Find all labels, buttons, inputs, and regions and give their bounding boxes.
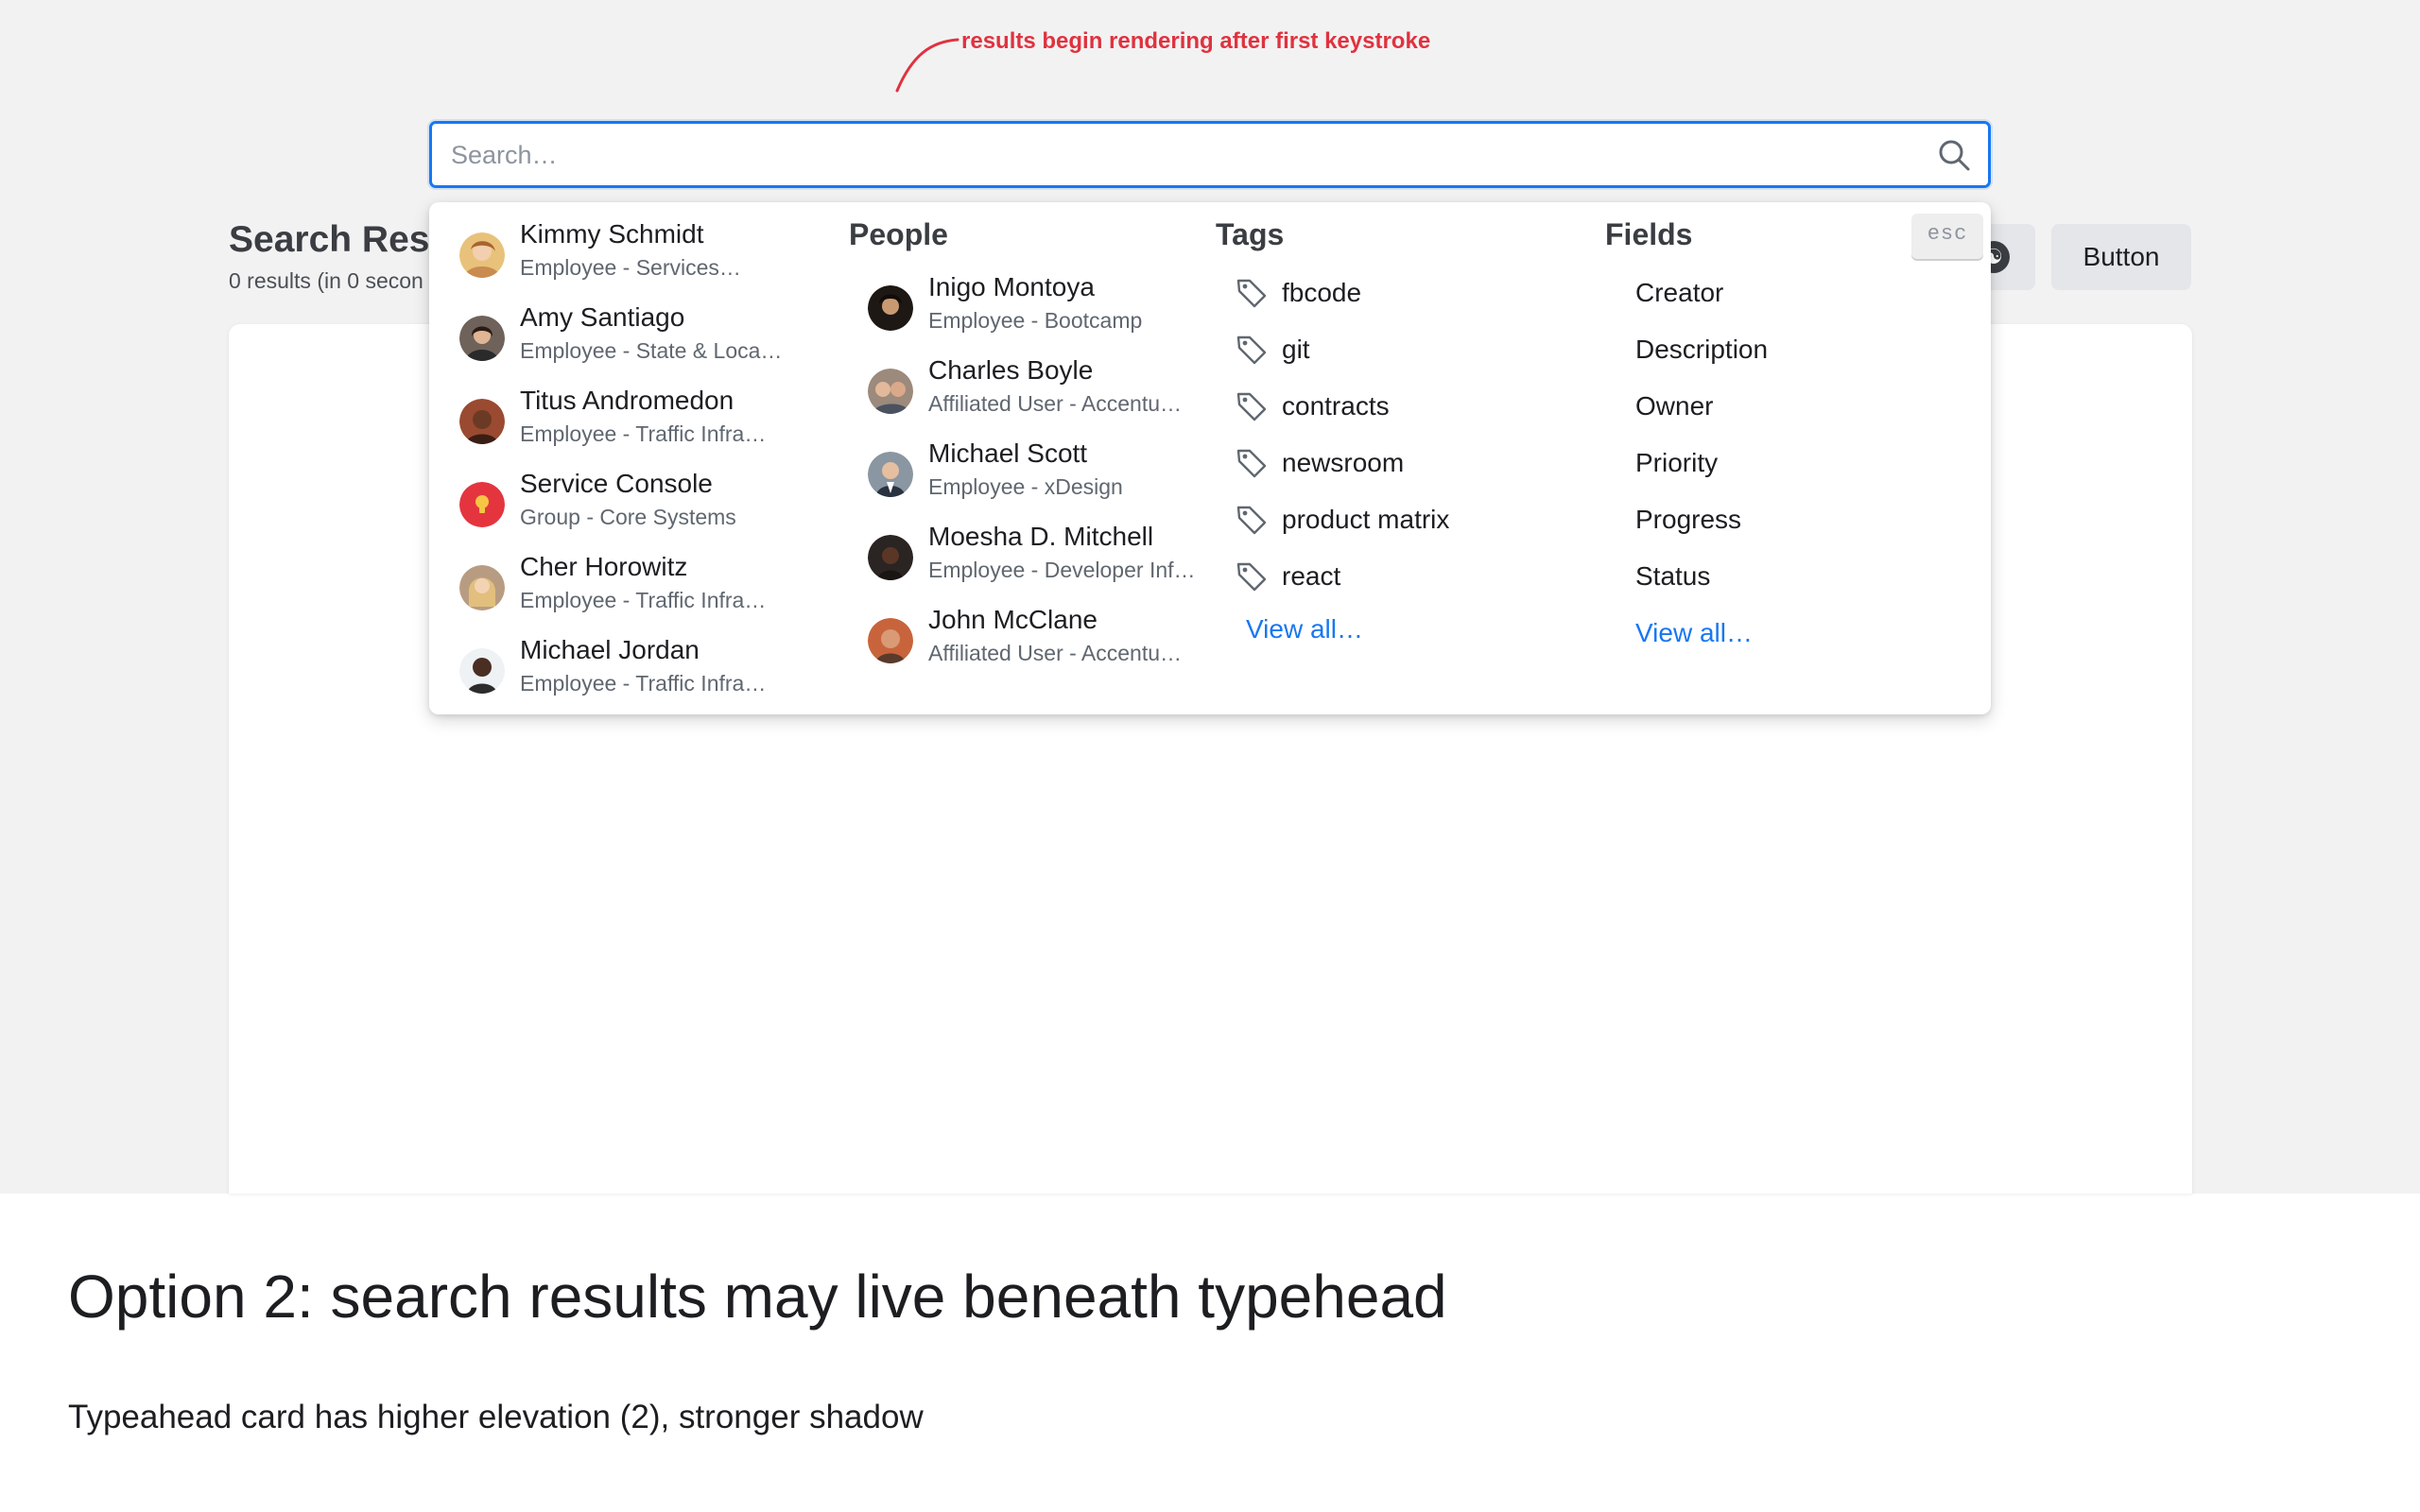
people-heading: People [849, 217, 948, 251]
result-name: Michael Jordan [520, 635, 700, 664]
person-item[interactable]: Michael Scott Employee - xDesign [868, 438, 1236, 514]
generic-button[interactable]: Button [2051, 224, 2191, 290]
titus-avatar [459, 399, 505, 444]
person-name: Michael Scott [928, 438, 1088, 468]
typeahead-dropdown: esc Kimmy Schmidt Employee - Services… A… [429, 202, 1991, 714]
person-subtitle: Employee - Developer Inf… [928, 558, 1196, 582]
tag-icon [1236, 562, 1267, 592]
person-item[interactable]: Moesha D. Mitchell Employee - Developer … [868, 522, 1236, 597]
search-input[interactable] [451, 133, 1907, 177]
person-subtitle: Employee - xDesign [928, 474, 1123, 499]
amy-avatar [459, 316, 505, 361]
search-icon[interactable] [1937, 138, 1971, 172]
person-name: John McClane [928, 605, 1098, 634]
result-subtitle: Employee - Traffic Infra… [520, 671, 767, 696]
slide: results begin rendering after first keys… [0, 0, 2420, 1512]
tag-item[interactable]: contracts [1235, 387, 1594, 429]
tag-item[interactable]: fbcode [1235, 274, 1594, 316]
result-name: Titus Andromedon [520, 386, 735, 415]
field-item[interactable]: Progress [1635, 505, 1741, 535]
tag-icon [1236, 392, 1267, 421]
fields-heading: Fields [1605, 217, 1693, 251]
tags-view-all-link[interactable]: View all… [1246, 614, 1363, 644]
result-subtitle: Group - Core Systems [520, 505, 736, 529]
person-item[interactable]: John McClane Affiliated User - Accentu… [868, 605, 1236, 680]
tag-label: newsroom [1282, 448, 1405, 477]
john-avatar [868, 618, 913, 663]
results-count: 0 results (in 0 secon [229, 268, 424, 293]
tag-label: fbcode [1282, 278, 1362, 307]
tag-label: react [1282, 561, 1341, 591]
tag-item[interactable]: react [1235, 558, 1594, 599]
person-name: Inigo Montoya [928, 272, 1095, 301]
caption-title: Option 2: search results may live beneat… [68, 1263, 1447, 1331]
result-subtitle: Employee - Services… [520, 255, 741, 280]
person-name: Moesha D. Mitchell [928, 522, 1154, 551]
person-subtitle: Affiliated User - Accentu… [928, 641, 1183, 665]
result-subtitle: Employee - Traffic Infra… [520, 421, 767, 446]
result-item[interactable]: Michael Jordan Employee - Traffic Infra… [459, 635, 828, 711]
person-item[interactable]: Charles Boyle Affiliated User - Accentu… [868, 355, 1236, 431]
kimmy-avatar [459, 232, 505, 278]
tag-label: contracts [1282, 391, 1390, 421]
tag-label: git [1282, 335, 1310, 364]
result-name: Amy Santiago [520, 302, 685, 332]
field-item[interactable]: Priority [1635, 448, 1718, 478]
result-item[interactable]: Titus Andromedon Employee - Traffic Infr… [459, 386, 828, 461]
tag-icon [1236, 279, 1267, 308]
charles-avatar [868, 369, 913, 414]
annotation-arrow-icon [895, 38, 959, 93]
field-item[interactable]: Status [1635, 561, 1710, 592]
michael-scott-avatar [868, 452, 913, 497]
result-item[interactable]: Kimmy Schmidt Employee - Services… [459, 219, 828, 295]
tag-icon [1236, 335, 1267, 365]
tag-item[interactable]: newsroom [1235, 444, 1594, 486]
cher-avatar [459, 565, 505, 610]
result-name: Cher Horowitz [520, 552, 688, 581]
moesha-avatar [868, 535, 913, 580]
tag-item[interactable]: git [1235, 331, 1594, 372]
search-box[interactable] [429, 121, 1991, 188]
result-item[interactable]: Amy Santiago Employee - State & Loca… [459, 302, 828, 378]
result-name: Service Console [520, 469, 713, 498]
result-name: Kimmy Schmidt [520, 219, 704, 249]
fields-view-all-link[interactable]: View all… [1635, 618, 1753, 648]
annotation: results begin rendering after first keys… [893, 28, 1461, 96]
service-console-icon [459, 482, 505, 527]
esc-key-hint[interactable]: esc [1911, 214, 1983, 259]
tags-heading: Tags [1216, 217, 1285, 251]
caption-body: Typeahead card has higher elevation (2),… [68, 1399, 924, 1435]
field-item[interactable]: Creator [1635, 278, 1723, 308]
result-item[interactable]: Service Console Group - Core Systems [459, 469, 828, 544]
tag-icon [1236, 449, 1267, 478]
result-item[interactable]: Cher Horowitz Employee - Traffic Infra… [459, 552, 828, 627]
tag-item[interactable]: product matrix [1235, 501, 1594, 542]
tag-icon [1236, 506, 1267, 535]
field-item[interactable]: Owner [1635, 391, 1713, 421]
person-name: Charles Boyle [928, 355, 1094, 385]
person-subtitle: Employee - Bootcamp [928, 308, 1143, 333]
result-subtitle: Employee - Traffic Infra… [520, 588, 767, 612]
tag-label: product matrix [1282, 505, 1450, 534]
michael-jordan-avatar [459, 648, 505, 694]
inigo-avatar [868, 285, 913, 331]
page-title: Search Resu [229, 219, 453, 260]
field-item[interactable]: Description [1635, 335, 1768, 365]
person-subtitle: Affiliated User - Accentu… [928, 391, 1183, 416]
person-item[interactable]: Inigo Montoya Employee - Bootcamp [868, 272, 1236, 348]
result-subtitle: Employee - State & Loca… [520, 338, 783, 363]
annotation-text: results begin rendering after first keys… [961, 28, 1431, 54]
